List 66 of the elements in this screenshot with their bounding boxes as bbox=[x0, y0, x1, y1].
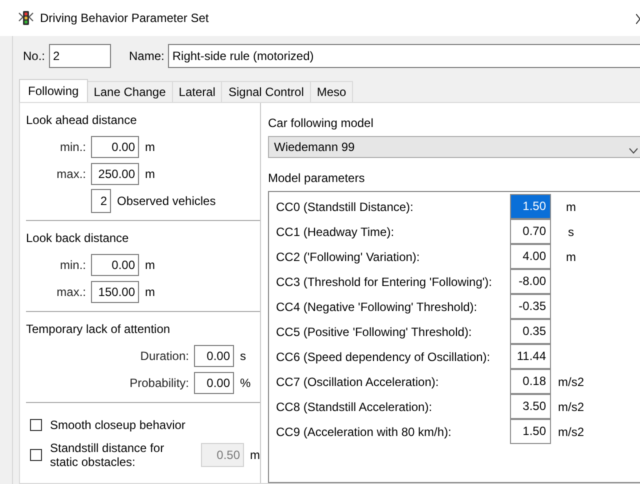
parameter-value[interactable]: 0.35 bbox=[510, 318, 551, 344]
value-field[interactable]: 2 bbox=[91, 188, 111, 212]
parameter-label: CC1 (Headway Time): bbox=[276, 224, 396, 238]
unit-label: m/s2 bbox=[556, 374, 585, 388]
field-label: min.: bbox=[58, 140, 87, 154]
window-title: Driving Behavior Parameter Set bbox=[40, 11, 209, 25]
section-title: Car following model bbox=[268, 116, 374, 130]
value-field[interactable]: 150.00 bbox=[91, 280, 139, 302]
value-field[interactable]: 0.00 bbox=[91, 254, 139, 276]
unit-label: m bbox=[144, 140, 155, 154]
field-label: max.: bbox=[56, 284, 87, 298]
unit-label: m bbox=[565, 200, 577, 214]
unit-label: m bbox=[144, 258, 155, 272]
field-label: max.: bbox=[56, 166, 87, 180]
number-label: No.: bbox=[22, 49, 46, 63]
parameter-value[interactable]: 1.50 bbox=[510, 418, 551, 444]
unit-label: m bbox=[144, 166, 155, 180]
traffic-light-icon bbox=[18, 10, 34, 26]
field-label: Probability: bbox=[128, 376, 190, 390]
parameter-label: CC5 (Positive 'Following' Threshold): bbox=[276, 324, 473, 338]
tab[interactable]: Meso bbox=[310, 81, 354, 102]
parameter-label: CC0 (Standstill Distance): bbox=[276, 200, 414, 214]
chevron-down-icon bbox=[629, 148, 638, 154]
unit-label: % bbox=[239, 376, 251, 390]
parameter-label: CC8 (Standstill Acceleration): bbox=[276, 400, 434, 414]
value-field[interactable]: 0.00 bbox=[91, 136, 139, 158]
unit-label: s bbox=[567, 224, 575, 238]
name-label: Name: bbox=[128, 49, 166, 63]
parameter-value[interactable]: -0.35 bbox=[510, 294, 551, 318]
tab[interactable]: Following bbox=[19, 79, 88, 102]
parameter-label: CC7 (Oscillation Acceleration): bbox=[276, 374, 440, 388]
unit-label: s bbox=[239, 348, 246, 362]
parameter-label: CC4 (Negative 'Following' Threshold): bbox=[276, 300, 478, 314]
value-field[interactable]: 0.00 bbox=[194, 344, 234, 366]
checkbox-label: Standstill distance for static obstacles: bbox=[50, 441, 166, 469]
parameter-value[interactable]: 0.70 bbox=[510, 218, 551, 244]
name-field[interactable]: Right-side rule (motorized) bbox=[168, 44, 640, 68]
parameter-value[interactable]: 4.00 bbox=[510, 244, 551, 268]
unit-label: m bbox=[249, 448, 260, 462]
unit-label: m/s2 bbox=[556, 400, 585, 414]
model-dropdown[interactable]: Wiedemann 99 bbox=[268, 136, 640, 158]
parameter-value[interactable]: -8.00 bbox=[510, 268, 551, 294]
parameter-label: CC3 (Threshold for Entering 'Following'): bbox=[276, 274, 493, 288]
section-title: Temporary lack of attention bbox=[26, 322, 172, 336]
close-icon[interactable] bbox=[636, 14, 640, 24]
section-title: Model parameters bbox=[268, 171, 366, 185]
value-field[interactable]: 0.00 bbox=[194, 372, 234, 394]
checkbox[interactable] bbox=[30, 419, 42, 431]
field-label: Duration: bbox=[139, 348, 190, 362]
field-label: min.: bbox=[58, 258, 87, 272]
parameter-value[interactable]: 0.18 bbox=[510, 368, 551, 394]
parameter-value[interactable]: 3.50 bbox=[510, 394, 551, 418]
parameter-value[interactable]: 11.44 bbox=[510, 344, 551, 368]
section-title: Look ahead distance bbox=[26, 113, 138, 127]
number-field[interactable]: 2 bbox=[49, 44, 112, 68]
field-label: Observed vehicles bbox=[116, 194, 216, 208]
checkbox-label: Smooth closeup behavior bbox=[50, 418, 186, 432]
parameter-value[interactable]: 1.50 bbox=[510, 194, 551, 218]
parameter-label: CC9 (Acceleration with 80 km/h): bbox=[276, 424, 452, 438]
unit-label: m/s2 bbox=[556, 424, 585, 438]
parameter-label: CC2 ('Following' Variation): bbox=[276, 250, 421, 264]
value-field[interactable]: 250.00 bbox=[91, 162, 139, 184]
unit-label: m bbox=[144, 284, 155, 298]
unit-label: m bbox=[565, 250, 577, 264]
section-title: Look back distance bbox=[26, 231, 130, 245]
parameter-label: CC6 (Speed dependency of Oscillation): bbox=[276, 350, 492, 364]
